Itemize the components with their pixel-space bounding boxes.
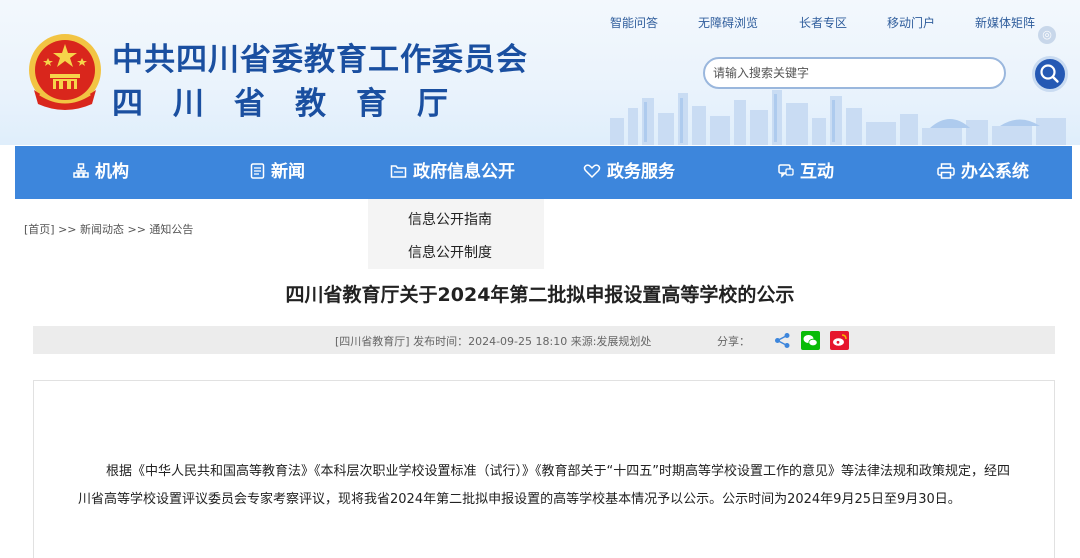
top-link-elderly[interactable]: 长者专区	[799, 14, 847, 31]
search-icon	[1040, 64, 1059, 83]
news-icon	[250, 162, 265, 179]
new-media-icon[interactable]: ◎	[1038, 26, 1056, 44]
nav-item-services[interactable]: 政务服务	[583, 146, 675, 199]
nav-label: 新闻	[271, 162, 305, 182]
nav-item-news[interactable]: 新闻	[250, 146, 305, 199]
dropdown-item-guide[interactable]: 信息公开指南	[408, 209, 492, 229]
main-nav: 机构 新闻 政府信息公开 政务服务 互动 办公系统	[15, 146, 1072, 199]
folder-icon	[390, 164, 407, 178]
top-link-new-media[interactable]: 新媒体矩阵	[975, 14, 1035, 31]
top-links: 智能问答 无障碍浏览 长者专区 移动门户 新媒体矩阵 ◎	[0, 14, 1080, 44]
top-link-accessibility[interactable]: 无障碍浏览	[698, 14, 758, 31]
nav-label: 办公系统	[961, 162, 1029, 182]
breadcrumb[interactable]: [首页] >> 新闻动态 >> 通知公告	[24, 221, 193, 237]
top-link-mobile[interactable]: 移动门户	[887, 14, 935, 31]
printer-icon	[937, 162, 955, 179]
org-chart-icon	[73, 162, 89, 178]
share-icon[interactable]	[773, 331, 792, 350]
wechat-icon[interactable]	[801, 331, 820, 350]
gov-info-dropdown: 信息公开指南 信息公开制度	[368, 199, 544, 269]
nav-label: 政府信息公开	[413, 162, 515, 182]
article-paragraph: 根据《中华人民共和国高等教育法》《本科层次职业学校设置标准（试行）》《教育部关于…	[78, 464, 1010, 507]
nav-item-org[interactable]: 机构	[73, 146, 129, 199]
search-box	[703, 57, 1006, 89]
national-emblem-logo	[29, 34, 101, 110]
top-link-smart-qa[interactable]: 智能问答	[610, 14, 658, 31]
chat-icon	[778, 163, 794, 178]
nav-item-office[interactable]: 办公系统	[937, 146, 1029, 199]
article-meta-bar: [四川省教育厅] 发布时间：2024-09-25 18:10 来源:发展规划处 …	[33, 326, 1055, 354]
dept-name: 四川省教育厅	[112, 86, 478, 122]
nav-label: 机构	[95, 162, 129, 182]
nav-label: 政务服务	[607, 162, 675, 182]
nav-item-interaction[interactable]: 互动	[778, 146, 834, 199]
search-button[interactable]	[1032, 56, 1068, 92]
weibo-icon[interactable]	[830, 331, 849, 350]
dropdown-item-system[interactable]: 信息公开制度	[408, 242, 492, 262]
share-label: 分享：	[717, 335, 750, 348]
nav-label: 互动	[800, 162, 834, 182]
nav-item-gov-info[interactable]: 政府信息公开	[390, 146, 515, 199]
article-title: 四川省教育厅关于2024年第二批拟申报设置高等学校的公示	[285, 284, 795, 306]
article-meta: [四川省教育厅] 发布时间：2024-09-25 18:10 来源:发展规划处	[335, 335, 652, 348]
heart-hands-icon	[583, 163, 601, 178]
city-skyline-illustration	[610, 90, 1066, 145]
site-header: 中共四川省委教育工作委员会 四川省教育厅 智能问答 无障碍浏览 长者专区 移动门…	[0, 0, 1080, 145]
search-input[interactable]	[713, 59, 993, 87]
org-name: 中共四川省委教育工作委员会	[112, 42, 528, 78]
